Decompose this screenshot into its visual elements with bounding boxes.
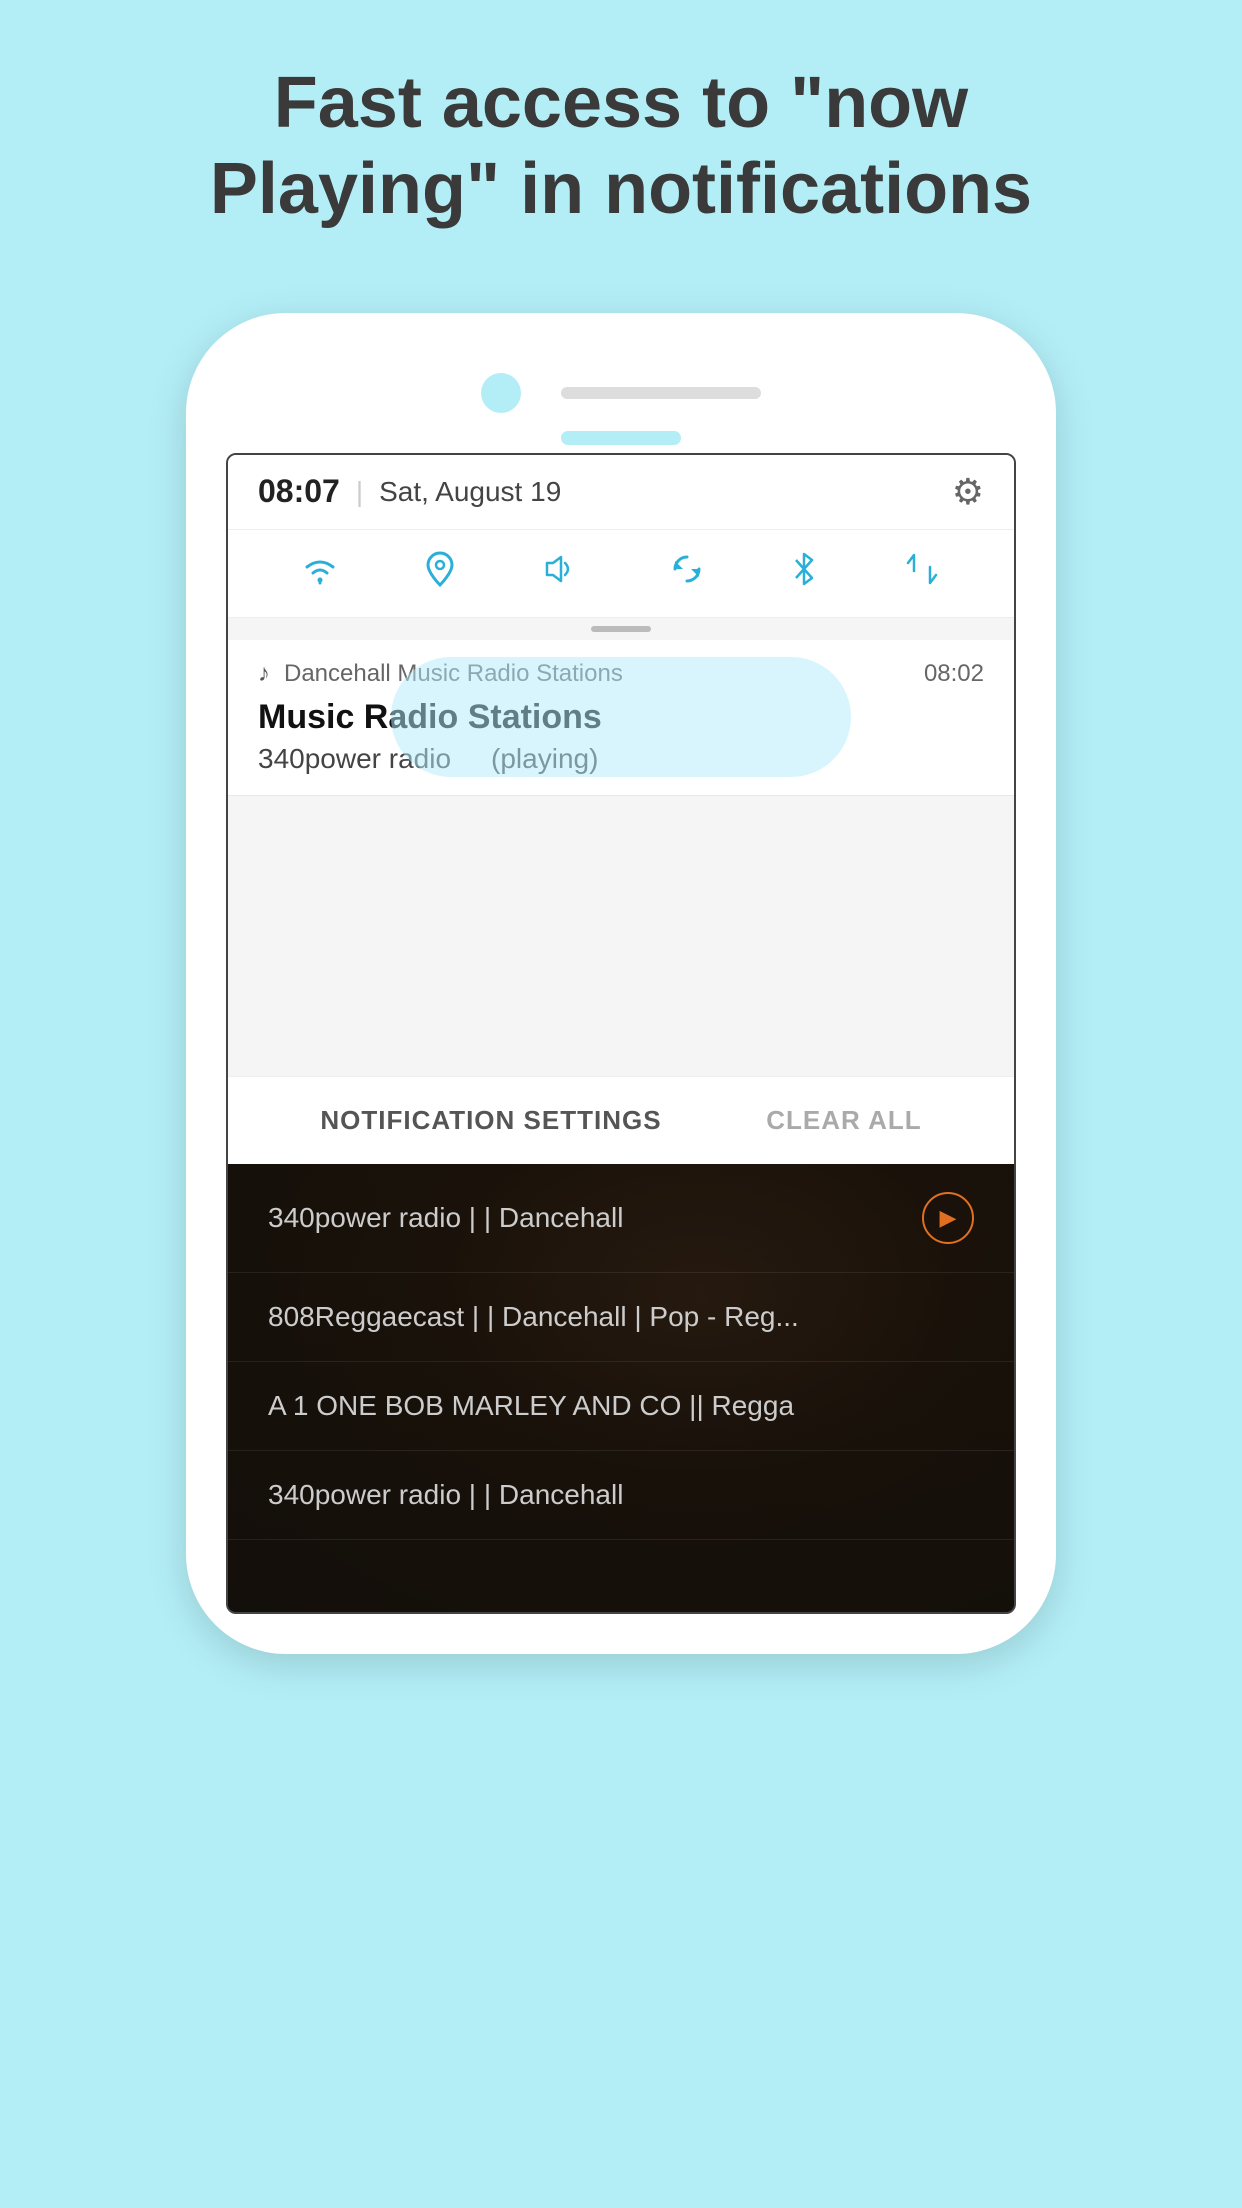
status-separator: | bbox=[356, 476, 363, 508]
list-item[interactable]: A 1 ONE BOB MARLEY AND CO || Regga bbox=[228, 1362, 1014, 1451]
status-date: Sat, August 19 bbox=[379, 476, 561, 508]
notification-settings-button[interactable]: NOTIFICATION SETTINGS bbox=[320, 1105, 661, 1136]
radio-station-list: 340power radio | | Dancehall ▶ 808Reggae… bbox=[228, 1164, 1014, 1540]
notification-subtitle: 340power radio (playing) bbox=[258, 743, 984, 775]
app-screen: 340power radio | | Dancehall ▶ 808Reggae… bbox=[228, 1164, 1014, 1612]
status-bar: 08:07 | Sat, August 19 ⚙ bbox=[228, 455, 1014, 530]
phone-speaker bbox=[561, 387, 761, 399]
clear-all-button[interactable]: CLEAR ALL bbox=[766, 1105, 921, 1136]
play-icon[interactable]: ▶ bbox=[922, 1192, 974, 1244]
headline-line2: Playing" in notifications bbox=[210, 149, 1032, 229]
radio-item-text: 808Reggaecast | | Dancehall | Pop - Reg.… bbox=[268, 1301, 974, 1333]
status-time: 08:07 bbox=[258, 473, 340, 510]
phone-camera bbox=[481, 373, 521, 413]
volume-icon[interactable] bbox=[543, 552, 581, 594]
location-icon[interactable] bbox=[425, 551, 455, 596]
sync-icon[interactable] bbox=[669, 551, 705, 596]
notification-title: Music Radio Stations bbox=[258, 698, 984, 737]
bluetooth-icon[interactable] bbox=[792, 550, 816, 597]
notification-app-name: Dancehall Music Radio Stations bbox=[284, 660, 910, 688]
music-note-icon: ♪ bbox=[258, 660, 270, 688]
radio-item-text: 340power radio | | Dancehall bbox=[268, 1479, 974, 1511]
notification-station: 340power radio bbox=[258, 743, 451, 775]
radio-item-text: A 1 ONE BOB MARLEY AND CO || Regga bbox=[268, 1390, 974, 1422]
data-transfer-icon[interactable] bbox=[904, 551, 940, 596]
wifi-icon[interactable] bbox=[302, 552, 338, 594]
list-item[interactable]: 340power radio | | Dancehall ▶ bbox=[228, 1164, 1014, 1273]
notification-actions: NOTIFICATION SETTINGS CLEAR ALL bbox=[228, 1076, 1014, 1164]
notification-time: 08:02 bbox=[924, 660, 984, 688]
phone-mockup: 08:07 | Sat, August 19 ⚙ bbox=[186, 313, 1056, 1654]
headline: Fast access to "now Playing" in notifica… bbox=[130, 60, 1112, 233]
phone-home-indicator bbox=[561, 431, 681, 445]
radio-item-text: 340power radio | | Dancehall bbox=[268, 1202, 922, 1234]
list-item[interactable]: 808Reggaecast | | Dancehall | Pop - Reg.… bbox=[228, 1273, 1014, 1362]
drag-handle bbox=[228, 618, 1014, 640]
notification-card[interactable]: ♪ Dancehall Music Radio Stations 08:02 M… bbox=[228, 640, 1014, 796]
headline-line1: Fast access to "now bbox=[274, 63, 968, 143]
drag-handle-bar bbox=[591, 626, 651, 632]
gear-icon[interactable]: ⚙ bbox=[952, 471, 984, 513]
quick-settings bbox=[228, 530, 1014, 618]
phone-screen: 08:07 | Sat, August 19 ⚙ bbox=[226, 453, 1016, 1614]
notification-status: (playing) bbox=[491, 743, 598, 775]
notification-empty-area bbox=[228, 796, 1014, 1076]
phone-top-bar bbox=[226, 353, 1016, 423]
list-item[interactable]: 340power radio | | Dancehall bbox=[228, 1451, 1014, 1540]
notification-header: ♪ Dancehall Music Radio Stations 08:02 bbox=[258, 660, 984, 688]
status-left: 08:07 | Sat, August 19 bbox=[258, 473, 561, 510]
